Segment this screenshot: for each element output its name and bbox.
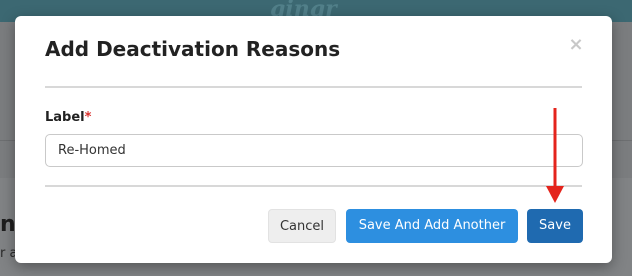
cancel-button[interactable]: Cancel xyxy=(268,209,336,243)
save-and-add-another-button[interactable]: Save And Add Another xyxy=(346,209,518,243)
save-button[interactable]: Save xyxy=(527,209,583,243)
required-marker: * xyxy=(84,110,92,125)
label-input[interactable] xyxy=(45,134,583,167)
modal-title: Add Deactivation Reasons xyxy=(45,37,341,61)
label-field-label: Label* xyxy=(45,110,91,125)
label-text: Label xyxy=(45,110,85,125)
close-icon[interactable]: × xyxy=(568,36,584,54)
add-deactivation-reasons-modal: Add Deactivation Reasons × Label* Cancel… xyxy=(15,16,612,263)
footer-divider xyxy=(45,185,582,187)
header-divider xyxy=(45,86,582,88)
